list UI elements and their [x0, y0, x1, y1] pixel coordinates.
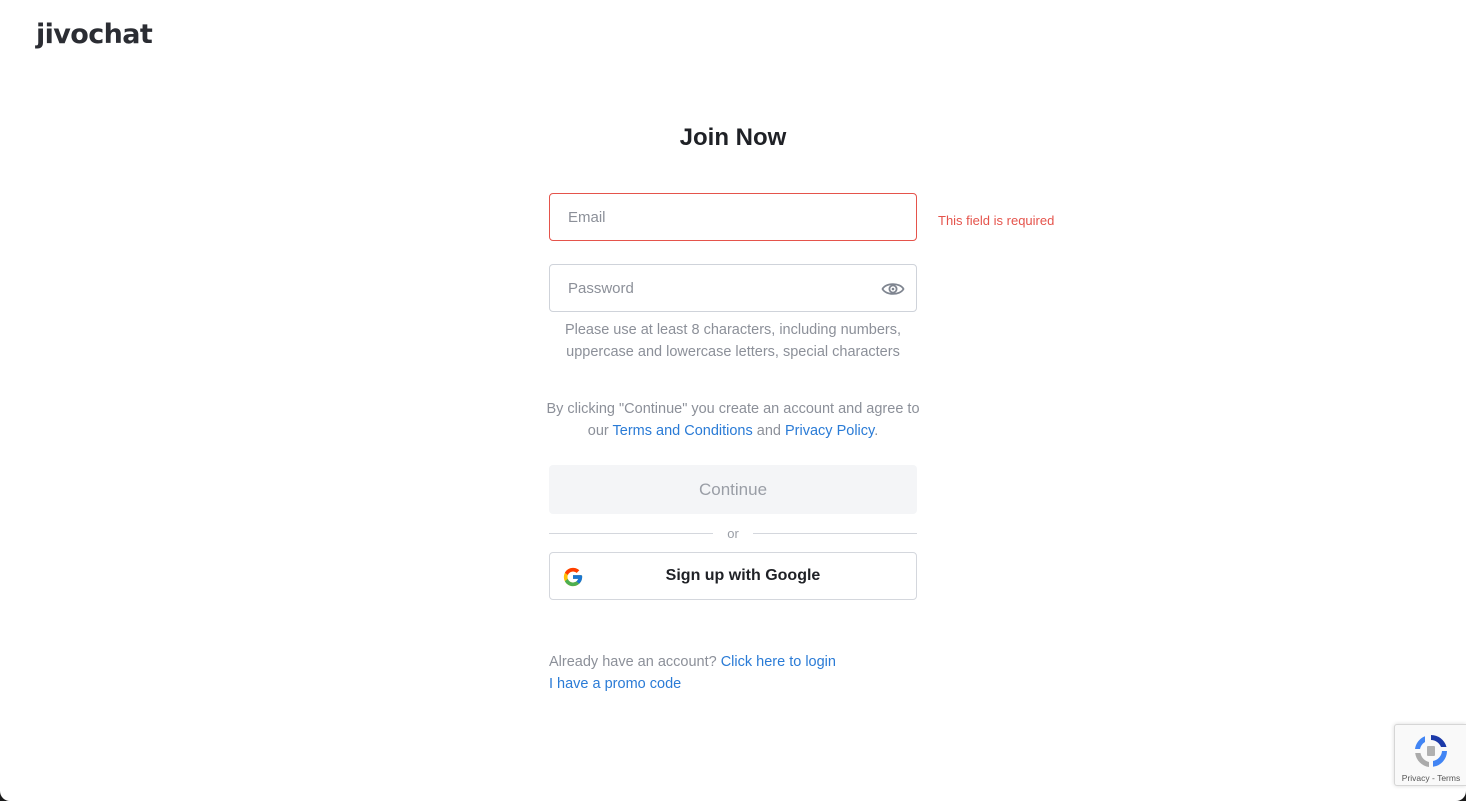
login-link[interactable]: Click here to login — [721, 654, 836, 670]
password-hint: Please use at least 8 characters, includ… — [564, 322, 902, 360]
divider-line-right — [752, 532, 917, 534]
footer-links: Already have an account? Click here to l… — [549, 651, 836, 695]
consent-text: By clicking "Continue" you create an acc… — [545, 398, 921, 442]
eye-icon[interactable] — [881, 278, 905, 300]
login-row: Already have an account? Click here to l… — [549, 651, 836, 673]
consent-joiner: and — [752, 423, 786, 439]
logo-wordmark: jivochat — [36, 19, 153, 50]
login-prompt: Already have an account? — [549, 654, 721, 670]
recaptcha-terms-link[interactable]: Terms — [1437, 773, 1460, 783]
recaptcha-privacy-link[interactable]: Privacy — [1402, 773, 1430, 783]
google-signup-button[interactable]: Sign up with Google — [549, 552, 917, 600]
password-field[interactable] — [549, 264, 917, 312]
promo-row: I have a promo code — [549, 673, 836, 695]
continue-button[interactable]: Continue — [549, 465, 917, 514]
recaptcha-icon — [1415, 735, 1447, 767]
signup-page: jivochat Join Now This field is required… — [0, 0, 1466, 801]
terms-link[interactable]: Terms and Conditions — [613, 423, 753, 439]
divider-line-left — [549, 532, 714, 534]
or-divider: or — [549, 524, 917, 542]
jivochat-logo[interactable]: jivochat — [36, 8, 153, 50]
privacy-policy-link[interactable]: Privacy Policy — [785, 423, 874, 439]
recaptcha-separator: - — [1429, 773, 1438, 783]
promo-code-link[interactable]: I have a promo code — [549, 676, 681, 692]
consent-suffix: . — [874, 423, 879, 439]
google-icon — [563, 567, 583, 587]
recaptcha-links: Privacy - Terms — [1395, 773, 1466, 783]
email-error-message: This field is required — [938, 213, 1055, 228]
divider-label: or — [727, 525, 739, 541]
password-input[interactable] — [550, 265, 916, 311]
recaptcha-badge[interactable]: Privacy - Terms — [1394, 724, 1466, 786]
page-title: Join Now — [679, 124, 787, 151]
google-button-label: Sign up with Google — [665, 567, 821, 584]
email-field[interactable] — [549, 193, 917, 241]
email-input[interactable] — [550, 194, 916, 240]
